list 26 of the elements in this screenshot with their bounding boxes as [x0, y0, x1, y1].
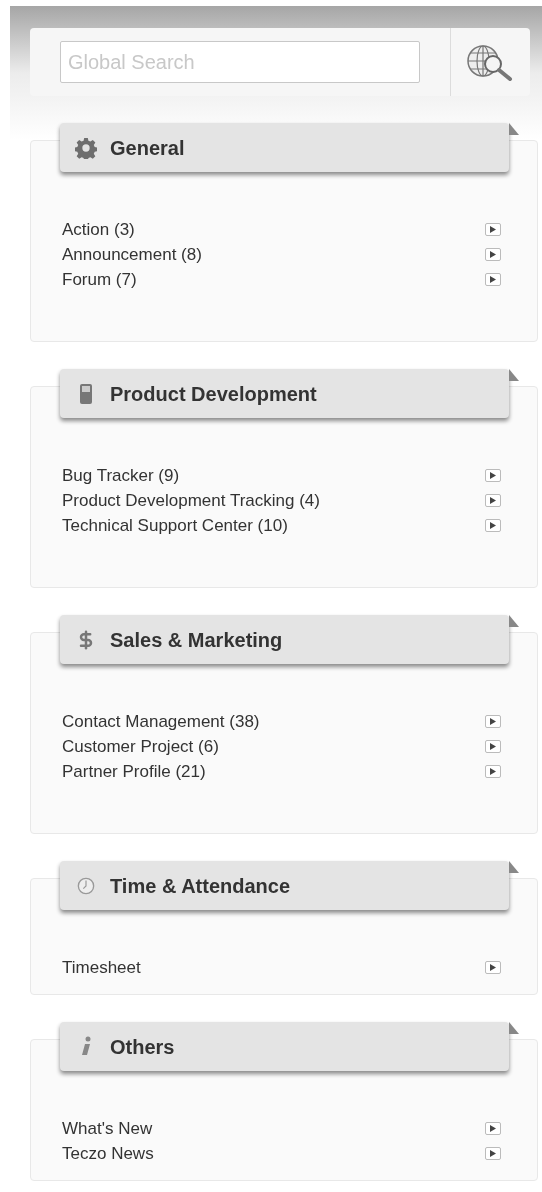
menu-link[interactable]: Technical Support Center (10)	[62, 512, 288, 539]
corner-fold-icon	[509, 123, 519, 135]
section-title: Time & Attendance	[110, 873, 291, 899]
gear-icon	[75, 136, 97, 159]
section-title: Others	[110, 1034, 175, 1060]
menu-link[interactable]: Action (3)	[62, 216, 135, 243]
section-title: Sales & Marketing	[110, 627, 283, 653]
corner-fold-icon	[509, 861, 519, 873]
section-title: Product Development	[110, 381, 317, 407]
corner-fold-icon	[509, 1022, 519, 1034]
menu-link[interactable]: Product Development Tracking (4)	[62, 487, 320, 514]
menu-link[interactable]: Partner Profile (21)	[62, 758, 206, 785]
phone-icon	[79, 382, 93, 405]
menu-link[interactable]: What's New	[62, 1115, 153, 1142]
menu-link[interactable]: Contact Management (38)	[62, 708, 260, 735]
menu-link[interactable]: Forum (7)	[62, 266, 137, 293]
menu-link[interactable]: Bug Tracker (9)	[62, 462, 180, 489]
corner-fold-icon	[509, 369, 519, 381]
section-title: General	[110, 135, 185, 161]
menu-link[interactable]: Customer Project (6)	[62, 733, 219, 760]
menu-link[interactable]: Teczo News	[62, 1140, 154, 1167]
info-icon	[80, 1035, 92, 1058]
menu-link[interactable]: Announcement (8)	[62, 241, 202, 268]
menu-link[interactable]: Timesheet	[62, 954, 141, 981]
clock-icon	[77, 876, 95, 895]
corner-fold-icon	[509, 615, 519, 627]
